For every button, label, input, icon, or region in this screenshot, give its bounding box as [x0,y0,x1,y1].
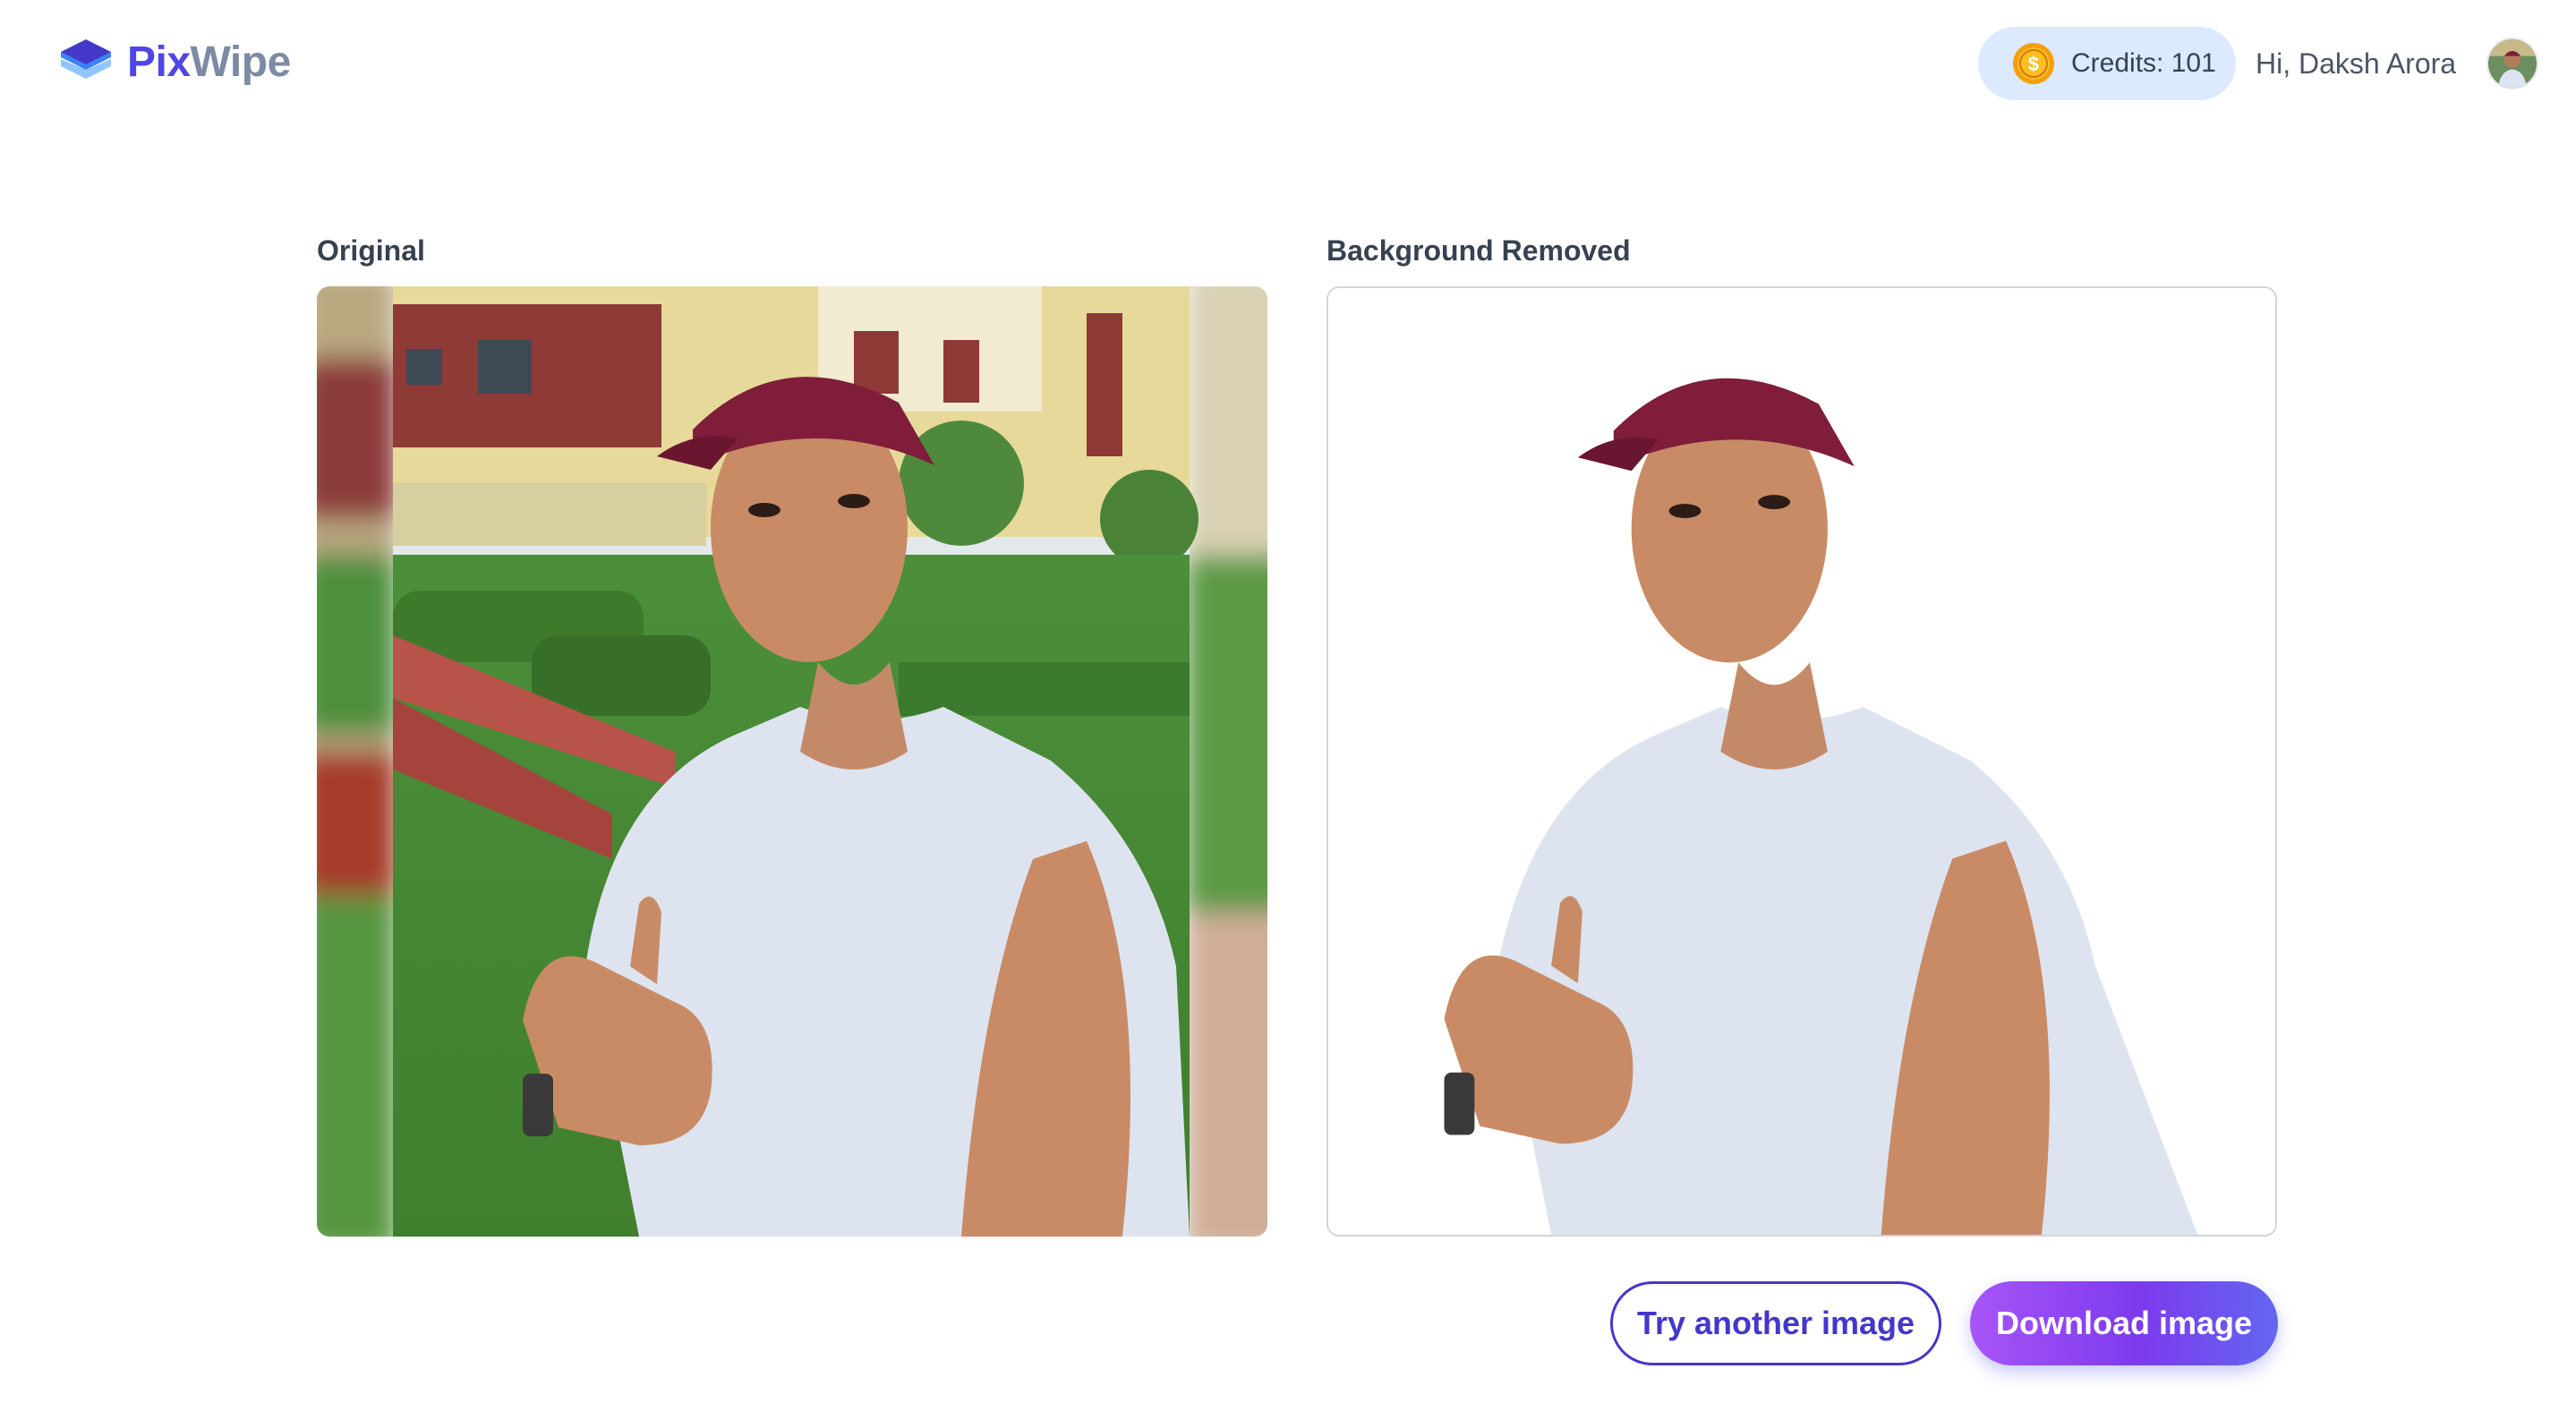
layers-icon [57,34,115,91]
try-another-image-button[interactable]: Try another image [1610,1281,1941,1365]
background-removed-image [1326,286,2277,1237]
app-logo[interactable]: PixWipe [57,34,291,91]
coin-dollar-icon: $ [2012,42,2055,85]
user-greeting: Hi, Daksh Arora [2256,47,2457,80]
user-avatar[interactable] [2486,38,2538,89]
credits-badge[interactable]: $ Credits: 101 [1978,27,2236,100]
background-removed-title: Background Removed [1326,234,1631,267]
app-name-part1: Pix [127,38,191,86]
original-title: Original [317,234,425,267]
top-header: PixWipe $ Credits: 101 Hi, Daksh Arora [0,0,2576,134]
download-image-button[interactable]: Download image [1970,1281,2278,1365]
credits-label: Credits: 101 [2071,48,2216,78]
app-name-part2: Wipe [190,38,292,86]
original-image [317,286,1267,1237]
svg-text:$: $ [2028,53,2039,75]
app-name: PixWipe [127,34,291,91]
